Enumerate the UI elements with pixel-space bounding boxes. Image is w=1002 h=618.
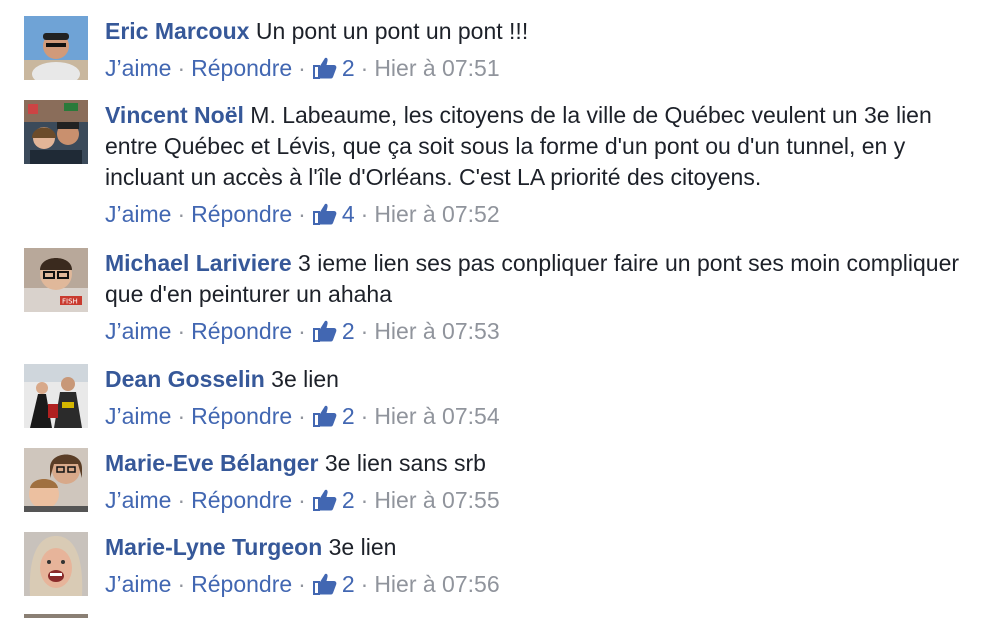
separator-dot: · (177, 487, 186, 513)
thumbs-up-icon (312, 57, 337, 79)
separator-dot: · (360, 201, 369, 227)
comment-author[interactable]: Michael Lariviere (105, 250, 292, 276)
avatar[interactable] (24, 614, 88, 618)
like-count[interactable]: 2 (312, 53, 355, 83)
comment-author[interactable]: Vincent Noël (105, 102, 244, 128)
separator-dot: · (177, 318, 186, 344)
like-count[interactable]: 2 (312, 401, 355, 431)
thumbs-up-icon (312, 203, 337, 225)
avatar-sign-text: FISH (62, 298, 78, 306)
thumbs-up-icon (312, 489, 337, 511)
like-link[interactable]: J’aime (105, 199, 171, 229)
comment-timestamp[interactable]: Hier à 07:52 (374, 199, 499, 229)
comment-timestamp[interactable]: Hier à 07:55 (374, 485, 499, 515)
like-count-value: 2 (341, 571, 355, 597)
separator-dot: · (360, 55, 369, 81)
separator-dot: · (360, 403, 369, 429)
like-count[interactable]: 2 (312, 485, 355, 515)
like-link[interactable]: J’aime (105, 401, 171, 431)
like-link[interactable]: J’aime (105, 53, 171, 83)
separator-dot: · (177, 403, 186, 429)
like-count[interactable]: 2 (312, 569, 355, 599)
avatar[interactable] (24, 16, 88, 80)
separator-dot: · (360, 571, 369, 597)
comment-author[interactable]: Marie-Eve Bélanger (105, 450, 318, 476)
separator-dot: · (298, 487, 306, 513)
like-count[interactable]: 2 (312, 316, 355, 346)
comment-timestamp[interactable]: Hier à 07:54 (374, 401, 499, 431)
comment-timestamp[interactable]: Hier à 07:53 (374, 316, 499, 346)
comment-text: 3e lien (328, 534, 397, 560)
like-count-value: 4 (341, 201, 355, 227)
thumbs-up-icon (312, 573, 337, 595)
separator-dot: · (298, 571, 306, 597)
comment-timestamp[interactable]: Hier à 07:56 (374, 569, 499, 599)
reply-link[interactable]: Répondre (191, 485, 292, 515)
like-count-value: 2 (341, 318, 355, 344)
separator-dot: · (360, 487, 369, 513)
like-count-value: 2 (341, 403, 355, 429)
avatar[interactable] (24, 100, 88, 164)
like-link[interactable]: J’aime (105, 485, 171, 515)
thumbs-up-icon (312, 320, 337, 342)
like-count[interactable]: 4 (312, 199, 355, 229)
reply-link[interactable]: Répondre (191, 401, 292, 431)
comment-author[interactable]: Marie-Lyne Turgeon (105, 534, 322, 560)
like-count-value: 2 (341, 487, 355, 513)
avatar[interactable] (24, 448, 88, 512)
thumbs-up-icon (312, 405, 337, 427)
like-link[interactable]: J’aime (105, 569, 171, 599)
reply-link[interactable]: Répondre (191, 53, 292, 83)
separator-dot: · (177, 201, 186, 227)
separator-dot: · (298, 55, 306, 81)
separator-dot: · (360, 318, 369, 344)
like-count-value: 2 (341, 55, 355, 81)
avatar[interactable]: FISH (24, 248, 88, 312)
reply-link[interactable]: Répondre (191, 316, 292, 346)
comment-timestamp[interactable]: Hier à 07:51 (374, 53, 499, 83)
separator-dot: · (298, 403, 306, 429)
comment-author[interactable]: Eric Marcoux (105, 18, 249, 44)
comment-text: Un pont un pont un pont !!! (255, 18, 529, 44)
reply-link[interactable]: Répondre (191, 199, 292, 229)
like-link[interactable]: J’aime (105, 316, 171, 346)
comment-text: 3e lien (271, 366, 339, 392)
avatar[interactable] (24, 364, 88, 428)
comment-text: 3e lien sans srb (324, 450, 486, 476)
separator-dot: · (177, 55, 186, 81)
separator-dot: · (177, 571, 186, 597)
comment-author[interactable]: Dean Gosselin (105, 366, 265, 392)
separator-dot: · (298, 318, 306, 344)
avatar[interactable] (24, 532, 88, 596)
reply-link[interactable]: Répondre (191, 569, 292, 599)
separator-dot: · (298, 201, 306, 227)
